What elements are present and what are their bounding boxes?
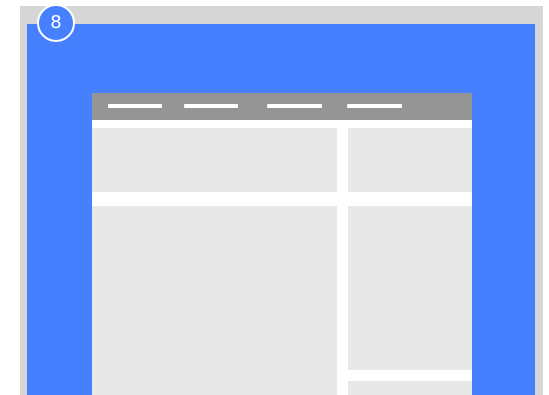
content-block-side xyxy=(348,206,472,370)
navigation-bar xyxy=(92,93,472,120)
nav-item-placeholder-3 xyxy=(267,104,322,108)
content-block-bottom-right xyxy=(348,381,472,395)
content-block-main xyxy=(92,206,337,395)
diagram-canvas: 8 xyxy=(0,0,549,395)
step-number-badge: 8 xyxy=(37,4,75,42)
nav-item-placeholder-4 xyxy=(347,104,402,108)
content-block-top-right xyxy=(348,128,472,192)
page-wireframe xyxy=(92,93,472,395)
content-block-top-left xyxy=(92,128,337,192)
nav-item-placeholder-2 xyxy=(184,104,238,108)
nav-item-placeholder-1 xyxy=(108,104,162,108)
